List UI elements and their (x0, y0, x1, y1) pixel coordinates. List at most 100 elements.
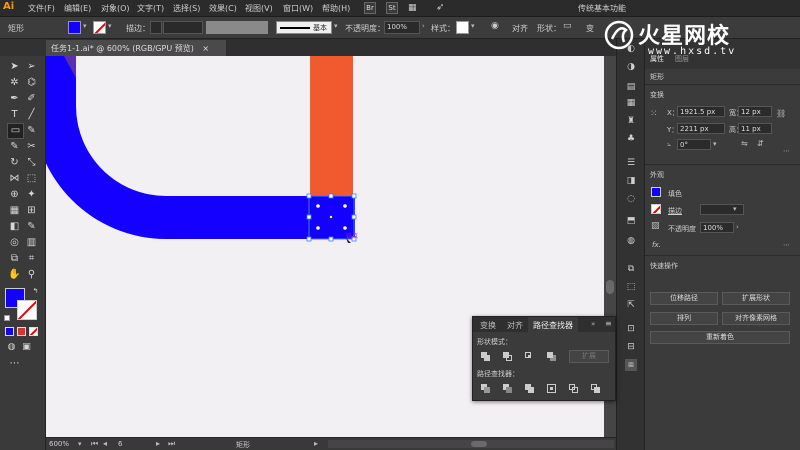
type-tool-icon[interactable]: T (8, 108, 21, 121)
menu-file[interactable]: 文件(F) (28, 3, 55, 14)
outline-icon[interactable] (569, 384, 579, 393)
x-input[interactable]: 1921.5 px (677, 106, 725, 117)
paintbrush-icon[interactable]: ✎ (25, 124, 38, 137)
first-page-icon[interactable]: ⏮ (91, 439, 98, 449)
menu-window[interactable]: 窗口(W) (283, 3, 313, 14)
symbols-icon[interactable]: ♣ (625, 133, 637, 145)
chevron-down-icon[interactable]: ▾ (733, 205, 737, 213)
shaper-tool-icon[interactable]: ✎ (8, 140, 21, 153)
stroke-panel-icon[interactable]: ☰ (625, 157, 637, 169)
swap-arrow-icon[interactable]: ↰ (31, 287, 40, 296)
expand-shape-button[interactable]: 扩展形状 (722, 292, 790, 305)
stroke-weight-input[interactable] (163, 21, 203, 34)
asset-export-icon[interactable]: ⇱ (625, 299, 637, 311)
page-number[interactable]: 6 (118, 440, 122, 448)
magic-wand-icon[interactable]: ✲ (8, 76, 21, 89)
mesh-tool-icon[interactable]: ⊞ (25, 204, 38, 217)
lasso-icon[interactable]: ⌬ (25, 76, 38, 89)
gradient-mode-icon[interactable] (17, 327, 26, 336)
intersect-icon[interactable] (525, 352, 535, 361)
angle-input[interactable]: 0° (677, 139, 711, 150)
hand-tool-icon[interactable]: ✋ (8, 268, 21, 281)
stroke-stepper[interactable] (150, 21, 162, 34)
fill-swatch[interactable] (68, 21, 81, 34)
menu-select[interactable]: 选择(S) (173, 3, 200, 14)
merge-icon[interactable] (525, 384, 535, 393)
free-transform-icon[interactable]: ⬚ (25, 172, 38, 185)
transform-label[interactable]: 变 (586, 23, 594, 34)
artboard-tool-icon[interactable]: ⧉ (8, 252, 21, 265)
last-page-icon[interactable]: ⏭ (168, 439, 175, 449)
collapse-panel-icon[interactable]: » (591, 320, 595, 328)
scissors-icon[interactable]: ✂ (25, 140, 38, 153)
more-tools-icon[interactable]: ⋯ (8, 357, 21, 370)
zoom-level[interactable]: 600% (49, 440, 69, 448)
zoom-tool-icon[interactable]: ⚲ (25, 268, 38, 281)
unite-icon[interactable] (481, 352, 491, 361)
flip-horizontal-icon[interactable]: ⇋ (741, 139, 748, 148)
tab-transform[interactable]: 变换 (475, 317, 501, 332)
chevron-right-icon[interactable]: › (422, 22, 425, 30)
align-pixel-grid-button[interactable]: 对齐像素网格 (722, 312, 790, 325)
align-panel-icon[interactable]: ⊟ (625, 341, 637, 353)
exclude-icon[interactable] (547, 352, 557, 361)
chevron-down-icon[interactable]: ▾ (78, 440, 82, 448)
chevron-down-icon[interactable]: ▾ (108, 22, 112, 30)
width-input[interactable]: 12 px (738, 106, 772, 117)
arrange-button[interactable]: 排列 (650, 312, 718, 325)
blend-tool-icon[interactable]: ◎ (8, 236, 21, 249)
stroke-label[interactable]: 描边 (668, 206, 682, 216)
perspective-grid-icon[interactable]: ▦ (8, 204, 21, 217)
bridge-badge[interactable]: Br (364, 2, 376, 14)
status-arrow-icon[interactable]: ▸ (314, 439, 318, 448)
orange-vertical-bar[interactable] (310, 56, 353, 201)
link-icon[interactable]: ⛓ (776, 109, 786, 118)
none-mode-icon[interactable] (29, 327, 38, 336)
chevron-down-icon[interactable]: ▾ (471, 22, 475, 30)
cc-libraries-icon[interactable]: ▤ (625, 81, 637, 93)
tab-pathfinder[interactable]: 路径查找器 (528, 317, 578, 332)
y-input[interactable]: 2211 px (677, 123, 725, 134)
height-input[interactable]: 11 px (738, 123, 772, 134)
line-tool-icon[interactable]: ╱ (25, 108, 38, 121)
brushes-icon[interactable]: ♜ (625, 115, 637, 127)
selection-tool-icon[interactable]: ➤ (8, 60, 21, 73)
workspace-grid-icon[interactable]: ▦ (408, 3, 417, 13)
stroke-weight-field[interactable] (700, 204, 744, 215)
recolor-icon[interactable]: ◉ (491, 21, 499, 31)
variable-width-profile[interactable] (206, 21, 268, 34)
live-paint-icon[interactable]: ✦ (25, 188, 38, 201)
curvature-tool-icon[interactable]: ✐ (25, 92, 38, 105)
align-label[interactable]: 对齐 (512, 23, 528, 34)
draw-mode-icon[interactable]: ◍ (5, 341, 18, 354)
layers-panel-icon[interactable]: ⧉ (625, 263, 637, 275)
opacity-input[interactable]: 100% (700, 222, 734, 233)
scrollbar-thumb[interactable] (606, 280, 614, 294)
horizontal-scrollbar-thumb[interactable] (471, 441, 487, 447)
swatches-icon[interactable]: ▦ (625, 97, 637, 109)
shape-builder-icon[interactable]: ⊕ (8, 188, 21, 201)
trim-icon[interactable] (503, 384, 513, 393)
opacity-input[interactable]: 100% (384, 21, 420, 34)
divide-icon[interactable] (481, 384, 491, 393)
document-tab[interactable]: 任务1-1.ai* @ 600% (RGB/GPU 预览) × (46, 40, 226, 56)
effects-icon[interactable]: fx. (652, 241, 661, 249)
menu-edit[interactable]: 编辑(E) (64, 3, 91, 14)
stroke-swatch[interactable] (651, 204, 661, 214)
chevron-down-icon[interactable]: ▾ (83, 22, 87, 30)
stock-badge[interactable]: St (386, 2, 398, 14)
expand-button[interactable]: 扩展 (569, 350, 609, 363)
rotate-tool-icon[interactable]: ↻ (8, 156, 21, 169)
rectangle-tool-icon[interactable]: ▭ (7, 123, 24, 139)
color-mode-icon[interactable] (5, 327, 14, 336)
brush-definition[interactable]: 基本 (276, 21, 332, 34)
more-options-icon[interactable]: ⋯ (783, 147, 790, 155)
direct-selection-tool-icon[interactable]: ➢ (25, 60, 38, 73)
pen-tool-icon[interactable]: ✒ (8, 92, 21, 105)
offset-path-button[interactable]: 位移路径 (650, 292, 718, 305)
width-tool-icon[interactable]: ⋈ (8, 172, 21, 185)
more-options-icon[interactable]: ⋯ (783, 241, 790, 249)
transparency-panel-icon[interactable]: ◌ (625, 193, 637, 205)
reference-point-icon[interactable]: ⁙ (650, 109, 658, 119)
panel-menu-icon[interactable]: ≡ (605, 319, 612, 328)
